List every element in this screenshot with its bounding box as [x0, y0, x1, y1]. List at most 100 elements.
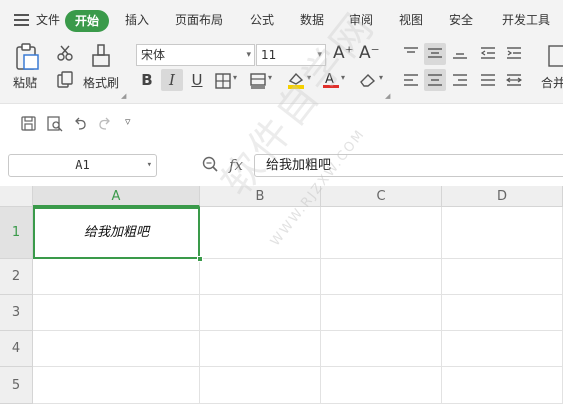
- font-name-value: 宋体: [141, 48, 166, 62]
- font-size-select[interactable]: 11 ▾: [256, 44, 326, 66]
- menu-icon[interactable]: [14, 14, 29, 26]
- tab-developer[interactable]: 开发工具: [502, 11, 550, 28]
- underline-button[interactable]: U: [186, 69, 208, 91]
- redo-icon[interactable]: [97, 117, 112, 130]
- cell-b3[interactable]: [200, 295, 321, 331]
- ribbon: 粘贴 ▾ 格式刷 宋体 ▾ 11 ▾ A⁺ A⁻ B I U ▾ ▾ ▾ A ▾…: [0, 40, 563, 104]
- chevron-down-icon: ▾: [317, 50, 322, 60]
- chevron-down-icon[interactable]: ▾: [233, 73, 237, 82]
- chevron-down-icon[interactable]: ▾: [268, 73, 272, 82]
- cell-d5[interactable]: [442, 367, 563, 404]
- cell-d3[interactable]: [442, 295, 563, 331]
- cell-c4[interactable]: [321, 331, 442, 367]
- highlight-icon[interactable]: [287, 71, 305, 89]
- chevron-down-icon: ▾: [246, 50, 251, 60]
- align-bottom-icon[interactable]: [452, 46, 468, 60]
- copy-icon[interactable]: [57, 71, 73, 88]
- fx-button[interactable]: fx: [229, 156, 243, 174]
- font-size-value: 11: [261, 48, 277, 62]
- format-painter-icon[interactable]: [90, 43, 112, 69]
- column-header-d[interactable]: D: [442, 186, 563, 207]
- align-left-icon[interactable]: [403, 73, 419, 87]
- formula-input[interactable]: 给我加粗吧: [254, 154, 563, 177]
- chevron-down-icon: ▾: [146, 160, 152, 170]
- menu-file[interactable]: 文件: [36, 11, 60, 28]
- cell-c5[interactable]: [321, 367, 442, 404]
- clear-format-icon[interactable]: [359, 72, 377, 88]
- row-header-1[interactable]: 1: [0, 207, 33, 259]
- cell-b4[interactable]: [200, 331, 321, 367]
- cell-b2[interactable]: [200, 259, 321, 295]
- merge-cells-icon[interactable]: [548, 43, 563, 69]
- row-header-4[interactable]: 4: [0, 331, 33, 367]
- customize-toolbar-icon[interactable]: ▿: [125, 115, 131, 128]
- menu-bar: 文件 开始 插入 页面布局 公式 数据 审阅 视图 安全 开发工具: [0, 0, 563, 40]
- row-header-5[interactable]: 5: [0, 367, 33, 404]
- bold-button[interactable]: B: [136, 69, 158, 91]
- paste-icon[interactable]: [14, 43, 40, 71]
- chevron-down-icon[interactable]: ▾: [307, 73, 311, 82]
- tab-security[interactable]: 安全: [449, 11, 473, 28]
- font-color-icon[interactable]: A: [322, 71, 340, 89]
- cell-a4[interactable]: [33, 331, 200, 367]
- cell-c3[interactable]: [321, 295, 442, 331]
- row-header-3[interactable]: 3: [0, 295, 33, 331]
- tab-view[interactable]: 视图: [399, 11, 423, 28]
- tab-data[interactable]: 数据: [300, 11, 324, 28]
- font-expand-icon[interactable]: ◢: [385, 92, 390, 100]
- tab-formulas[interactable]: 公式: [250, 11, 274, 28]
- cell-b1[interactable]: [200, 207, 321, 259]
- cell-c2[interactable]: [321, 259, 442, 295]
- chevron-down-icon[interactable]: ▾: [379, 73, 383, 82]
- tab-home[interactable]: 开始: [65, 10, 109, 32]
- save-icon[interactable]: [21, 116, 36, 131]
- justify-icon[interactable]: [480, 73, 496, 87]
- spreadsheet-grid: A B C D 1 2 3 4 5 给我加粗吧: [0, 186, 563, 404]
- cell-c1[interactable]: [321, 207, 442, 259]
- cell-a2[interactable]: [33, 259, 200, 295]
- column-header-b[interactable]: B: [200, 186, 321, 207]
- align-top-icon[interactable]: [403, 46, 419, 60]
- tab-review[interactable]: 审阅: [349, 11, 373, 28]
- cut-icon[interactable]: [57, 45, 73, 61]
- distributed-align-icon[interactable]: [506, 73, 522, 87]
- shrink-font-button[interactable]: A⁻: [359, 43, 380, 63]
- align-center-icon[interactable]: [427, 73, 443, 87]
- column-header-c[interactable]: C: [321, 186, 442, 207]
- print-preview-icon[interactable]: [47, 116, 63, 132]
- increase-indent-icon[interactable]: [506, 46, 522, 60]
- tab-page-layout[interactable]: 页面布局: [175, 11, 223, 28]
- column-header-a[interactable]: A: [33, 186, 200, 207]
- italic-button[interactable]: I: [161, 69, 183, 91]
- grow-font-button[interactable]: A⁺: [333, 43, 354, 63]
- select-all-corner[interactable]: [0, 186, 33, 207]
- paste-dropdown-icon[interactable]: ▾: [33, 75, 37, 84]
- align-middle-icon[interactable]: [427, 46, 443, 60]
- quick-access-toolbar: ▿: [0, 104, 563, 144]
- cell-a3[interactable]: [33, 295, 200, 331]
- border-icon[interactable]: [215, 73, 231, 89]
- fill-handle[interactable]: [197, 256, 203, 262]
- formula-bar: A1 ▾ fx 给我加粗吧: [0, 144, 563, 186]
- svg-text:A: A: [325, 72, 334, 87]
- zoom-icon[interactable]: [202, 156, 218, 172]
- merge-label[interactable]: 合并: [541, 74, 563, 91]
- decrease-indent-icon[interactable]: [480, 46, 496, 60]
- fill-color-icon[interactable]: [250, 73, 266, 89]
- cell-a1[interactable]: 给我加粗吧: [33, 207, 200, 259]
- name-box[interactable]: A1 ▾: [8, 154, 157, 177]
- cell-d2[interactable]: [442, 259, 563, 295]
- cell-d4[interactable]: [442, 331, 563, 367]
- clipboard-expand-icon[interactable]: ◢: [121, 92, 126, 100]
- cell-d1[interactable]: [442, 207, 563, 259]
- font-name-select[interactable]: 宋体 ▾: [136, 44, 255, 66]
- tab-insert[interactable]: 插入: [125, 11, 149, 28]
- cell-a5[interactable]: [33, 367, 200, 404]
- chevron-down-icon[interactable]: ▾: [341, 73, 345, 82]
- row-header-2[interactable]: 2: [0, 259, 33, 295]
- align-right-icon[interactable]: [452, 73, 468, 87]
- cell-b5[interactable]: [200, 367, 321, 404]
- undo-icon[interactable]: [73, 117, 88, 130]
- name-box-value: A1: [75, 158, 90, 172]
- format-painter-label[interactable]: 格式刷: [83, 74, 119, 91]
